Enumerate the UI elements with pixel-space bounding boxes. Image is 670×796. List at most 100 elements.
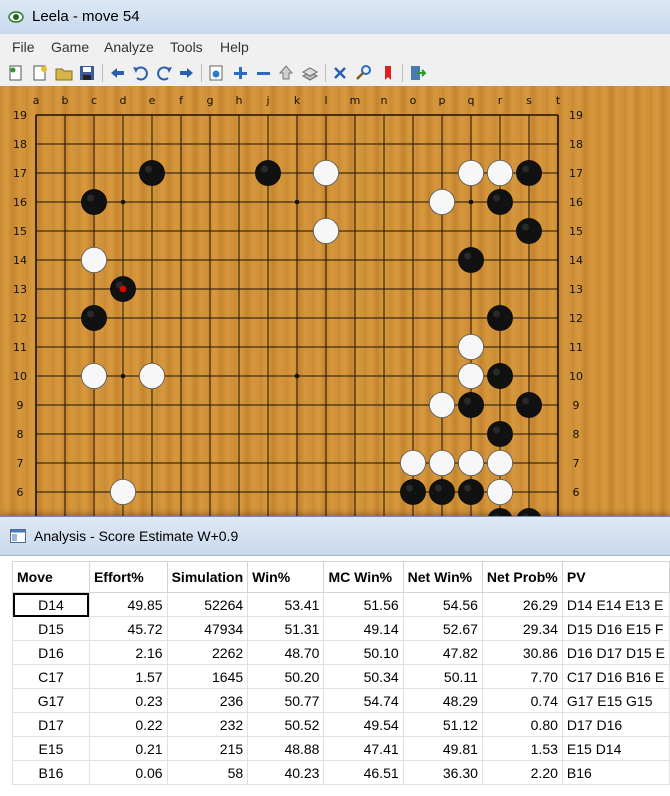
title-bar: Leela - move 54	[0, 0, 670, 35]
column-header[interactable]: Simulation	[166, 561, 249, 593]
table-row[interactable]: D17 0.22 232 50.52 49.54 51.12 0.80 D17 D16	[12, 712, 670, 737]
table-row[interactable]: B16 0.06 58 40.23 46.51 36.30 2.20 B16	[12, 760, 670, 785]
value-cell: 2.16	[88, 640, 168, 665]
black-stone	[487, 421, 513, 447]
exit-icon[interactable]	[407, 63, 427, 83]
value-cell: 1645	[166, 664, 249, 689]
save-icon[interactable]	[77, 63, 97, 83]
value-cell: 48.88	[247, 736, 325, 761]
back-icon[interactable]	[107, 63, 127, 83]
table-row[interactable]: D16 2.16 2262 48.70 50.10 47.82 30.86 D16 D17 D…	[12, 640, 670, 665]
black-stone-highlight	[464, 252, 471, 260]
row-label-left: 11	[13, 341, 27, 354]
black-stone-highlight	[493, 426, 500, 434]
row-label-left: 17	[13, 167, 27, 180]
value-cell: 49.54	[323, 712, 404, 737]
column-label: h	[236, 94, 243, 107]
menu-analyze[interactable]: Analyze	[104, 39, 154, 55]
value-cell: 0.23	[88, 688, 168, 713]
black-stone	[487, 363, 513, 389]
row-label-right: 11	[569, 341, 583, 354]
value-cell: 2262	[166, 640, 249, 665]
bookmark-icon[interactable]	[378, 63, 398, 83]
row-label-right: 18	[569, 138, 583, 151]
column-header[interactable]: Net Win%	[402, 561, 483, 593]
row-label-right: 10	[569, 370, 583, 383]
black-stone	[81, 189, 107, 215]
row-label-left: 13	[13, 283, 27, 296]
row-label-left: 18	[13, 138, 27, 151]
column-label: n	[381, 94, 388, 107]
move-cell: B16	[12, 760, 90, 785]
black-stone	[488, 508, 512, 516]
open-icon[interactable]	[54, 63, 74, 83]
cross-icon[interactable]	[330, 63, 350, 83]
value-cell: 26.29	[481, 592, 563, 617]
undo-icon[interactable]	[131, 63, 151, 83]
zoom-out-icon[interactable]	[253, 63, 273, 83]
row-label-right: 9	[573, 399, 580, 412]
row-label-right: 16	[569, 196, 583, 209]
column-label: l	[324, 94, 327, 107]
stack-icon[interactable]	[300, 63, 320, 83]
settings-icon[interactable]	[206, 63, 226, 83]
move-cell: D15	[12, 616, 90, 641]
table-row[interactable]: D15 45.72 47934 51.31 49.14 52.67 29.34 D15 D16…	[12, 616, 670, 641]
value-cell: 48.70	[247, 640, 325, 665]
column-label: s	[526, 94, 532, 107]
white-stone	[428, 449, 455, 476]
new-file-icon[interactable]	[30, 63, 50, 83]
black-stone	[458, 479, 484, 505]
black-stone	[429, 479, 455, 505]
board-grid[interactable]: a b c d e f g h j k l m n o p q r s t 19 19 18 18 17 17 16 16 15 15 1…	[0, 86, 670, 516]
up-icon[interactable]	[276, 63, 296, 83]
move-cell: C17	[12, 664, 90, 689]
black-stone-highlight	[261, 165, 268, 173]
column-header[interactable]: Effort%	[88, 561, 168, 593]
white-stone	[399, 449, 426, 476]
value-cell: 47934	[166, 616, 249, 641]
menu-file[interactable]: File	[12, 39, 35, 55]
menu-bar: File Game Analyze Tools Help	[0, 34, 670, 61]
analysis-table[interactable]: Move Effort% Simulation Win% MC Win% Net Win%…	[12, 561, 670, 785]
search-icon[interactable]	[354, 63, 374, 83]
forward-icon[interactable]	[177, 63, 197, 83]
menu-help[interactable]: Help	[220, 39, 249, 55]
value-cell: 49.14	[323, 616, 404, 641]
value-cell: 30.86	[481, 640, 563, 665]
value-cell: 215	[166, 736, 249, 761]
column-header[interactable]: Net Prob%	[481, 561, 563, 593]
table-row[interactable]: D14 49.85 52264 53.41 51.56 54.56 26.29 D14 E14…	[12, 592, 670, 617]
pv-cell: G17 E15 G15	[561, 688, 670, 713]
pv-cell: E15 D14	[561, 736, 670, 761]
column-header[interactable]: Win%	[247, 561, 325, 593]
value-cell: 232	[166, 712, 249, 737]
zoom-in-icon[interactable]	[230, 63, 250, 83]
column-label: o	[410, 94, 417, 107]
menu-tools[interactable]: Tools	[170, 39, 203, 55]
value-cell: 52264	[166, 592, 249, 617]
move-cell: D14	[12, 592, 90, 617]
go-board[interactable]: a b c d e f g h j k l m n o p q r s t 19 19 18 18 17 17 16 16 15 15 1…	[0, 86, 670, 516]
row-label-right: 12	[569, 312, 583, 325]
pv-cell: D15 D16 E15 F	[561, 616, 670, 641]
black-stone	[487, 305, 513, 331]
menu-game[interactable]: Game	[51, 39, 89, 55]
column-header[interactable]: MC Win%	[323, 561, 404, 593]
analysis-title: Analysis - Score Estimate W+0.9	[34, 528, 239, 544]
new-game-icon[interactable]	[6, 63, 26, 83]
column-header[interactable]: Move	[12, 561, 90, 593]
white-stone	[457, 160, 484, 187]
row-label-left: 9	[17, 399, 24, 412]
column-label: d	[120, 94, 127, 107]
value-cell: 53.41	[247, 592, 325, 617]
column-label: m	[350, 94, 361, 107]
table-row[interactable]: E15 0.21 215 48.88 47.41 49.81 1.53 E15 D14	[12, 736, 670, 761]
value-cell: 2.20	[481, 760, 563, 785]
pv-cell: C17 D16 B16 E	[561, 664, 670, 689]
table-row[interactable]: G17 0.23 236 50.77 54.74 48.29 0.74 G17 E15 G15	[12, 688, 670, 713]
redo-icon[interactable]	[154, 63, 174, 83]
value-cell: 54.74	[323, 688, 404, 713]
table-row[interactable]: C17 1.57 1645 50.20 50.34 50.11 7.70 C17 D16 B1…	[12, 664, 670, 689]
column-header[interactable]: PV	[561, 561, 670, 593]
